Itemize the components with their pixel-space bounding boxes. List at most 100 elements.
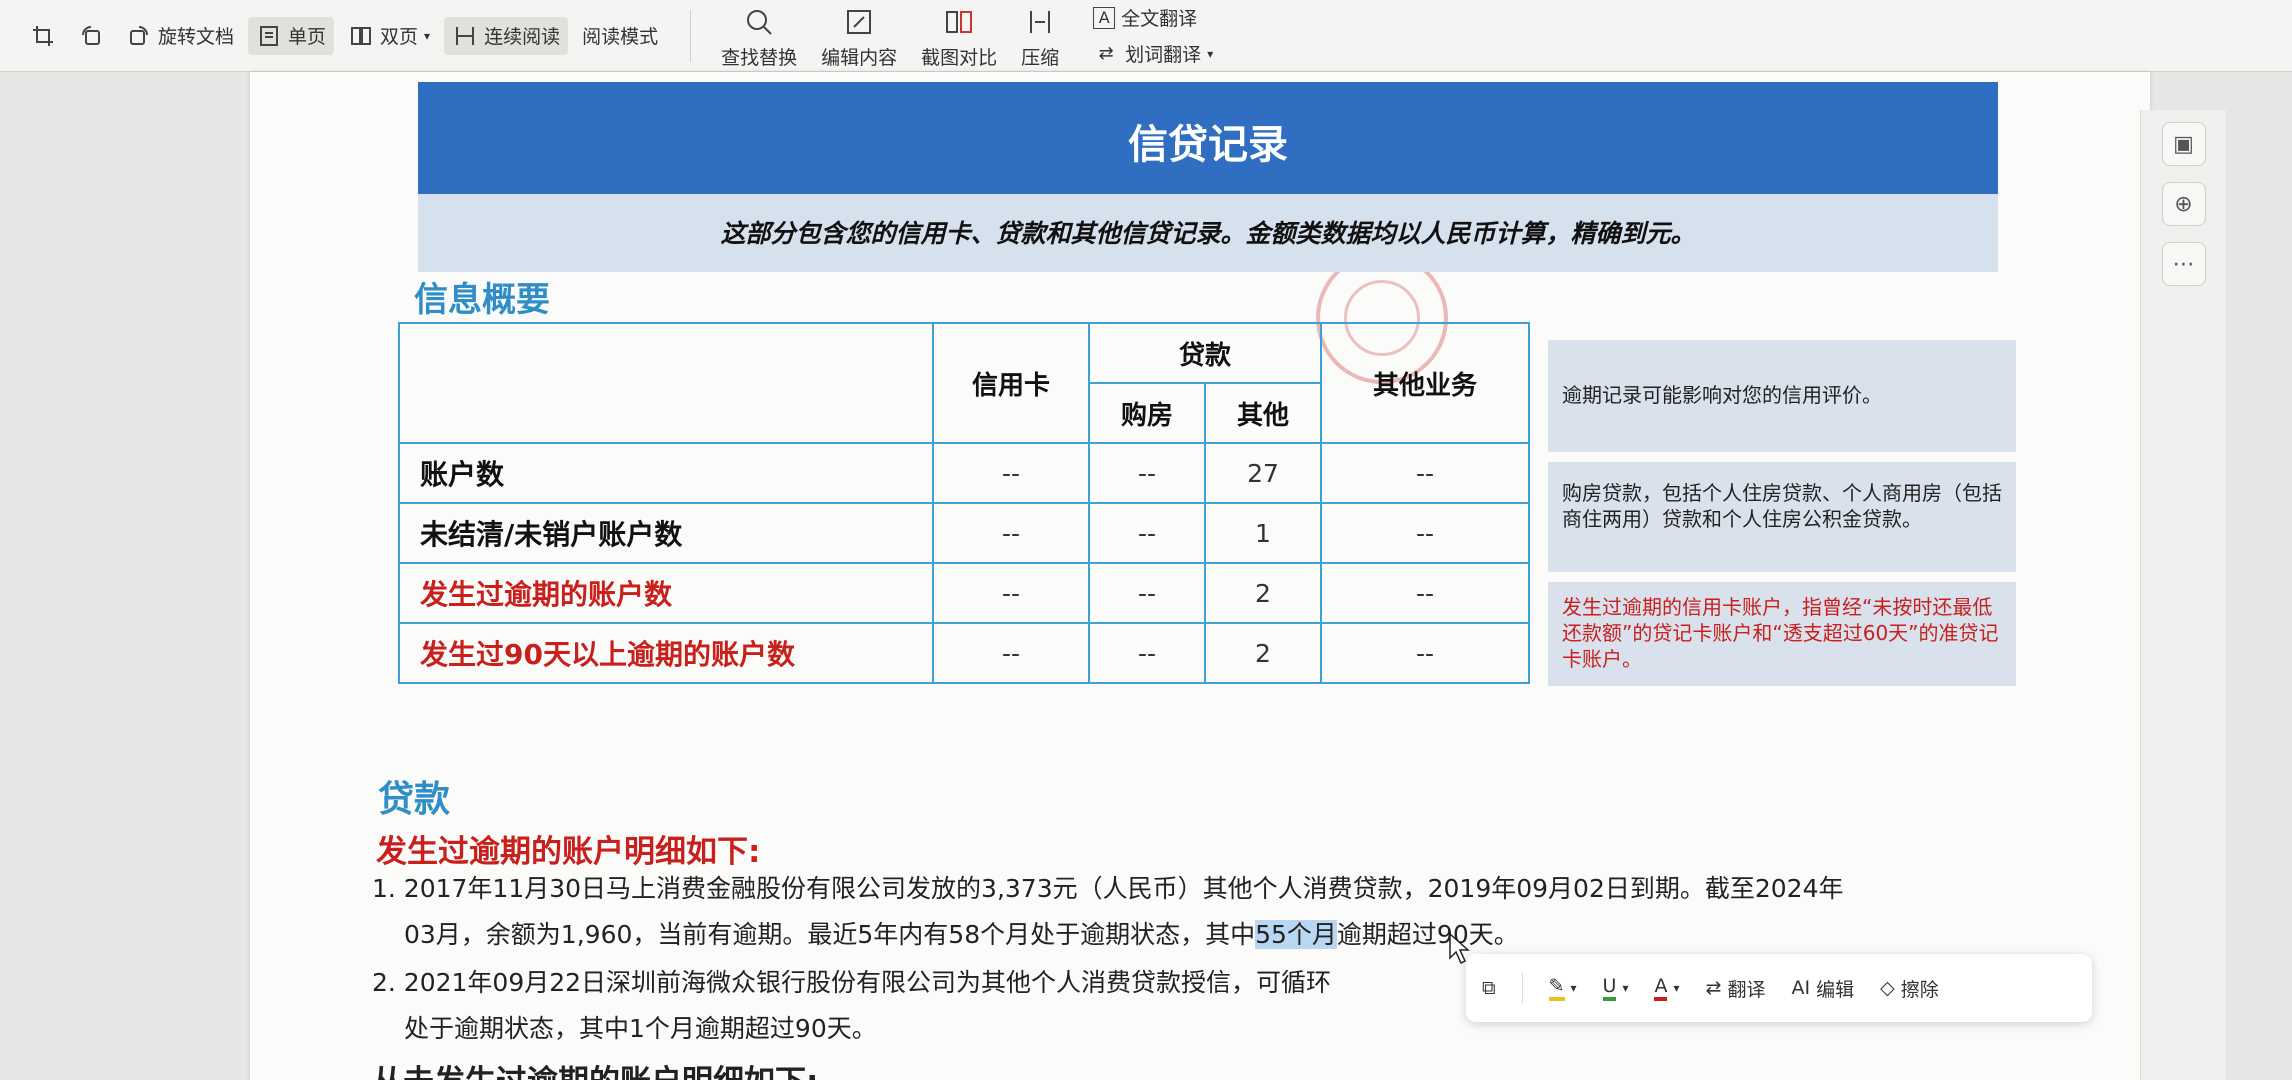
chevron-down-icon: ▾ (1622, 981, 1629, 995)
reading-mode-button[interactable]: 阅读模式 (574, 17, 666, 55)
edit-content-button[interactable]: 编辑内容 (809, 2, 909, 70)
detail-text: 逾期超过90天。 (1336, 920, 1519, 949)
text-color-icon: A (1654, 975, 1668, 1001)
underline-button[interactable]: U ▾ (1602, 975, 1629, 1001)
no-overdue-title: 从未发生过逾期的账户明细如下: (372, 1056, 818, 1080)
copy-icon: ⧉ (1482, 977, 1496, 999)
continuous-icon (452, 23, 478, 49)
highlighter-icon: ✎ (1548, 975, 1565, 1001)
translate-label: 翻译 (1727, 978, 1766, 1001)
cell-housing: -- (1088, 442, 1206, 504)
compress-icon (1023, 5, 1057, 39)
detail-item-1-line-1: 1. 2017年11月30日马上消费金融股份有限公司发放的3,373元（人民币）… (372, 874, 1844, 903)
cell-other: 2 (1204, 622, 1322, 684)
screenshot-compare-label: 截图对比 (921, 46, 998, 69)
more-button[interactable]: ⋯ (2161, 242, 2206, 286)
ai-edit-button[interactable]: AI 编辑 (1791, 975, 1854, 1002)
translate-icon: ⇄ (1705, 977, 1722, 999)
detail-text: 03月，余额为1,960，当前有逾期。最近5年内有58个月处于逾期状态，其中 (404, 920, 1256, 949)
cell-other-business: -- (1320, 622, 1530, 684)
compare-icon (942, 5, 976, 39)
find-replace-label: 查找替换 (721, 46, 798, 69)
cell-other-business: -- (1320, 502, 1530, 564)
zoom-icon: ⊕ (2174, 191, 2193, 217)
mouse-cursor-icon (1449, 932, 1470, 965)
single-page-button[interactable]: 单页 (248, 16, 335, 55)
loans-heading: 贷款 (378, 779, 451, 820)
right-sidebar: ▣ ⊕ ⋯ (2140, 110, 2226, 1080)
translate-icon: A (1093, 6, 1116, 29)
compress-button[interactable]: 压缩 (1009, 2, 1071, 70)
continuous-reading-button[interactable]: 连续阅读 (444, 16, 569, 55)
cell-housing: -- (1088, 502, 1206, 564)
word-translate-button[interactable]: ⇄ 划词翻译 ▾ (1085, 40, 1221, 68)
cell-other-business: -- (1320, 562, 1530, 624)
double-page-icon (348, 23, 374, 49)
double-page-button[interactable]: 双页 ▾ (340, 17, 438, 55)
header-other: 其他 (1204, 382, 1322, 444)
single-page-label: 单页 (288, 26, 327, 48)
header-housing: 购房 (1088, 382, 1206, 444)
cell-credit-card: -- (932, 442, 1090, 504)
row-label: 未结清/未销户账户数 (398, 502, 934, 564)
continuous-label: 连续阅读 (484, 26, 561, 48)
table-row: 账户数 -- -- 27 -- (398, 442, 1530, 504)
erase-button[interactable]: ◇ 擦除 (1880, 975, 1939, 1002)
summary-table: 信用卡 贷款 其他业务 购房 其他 账户数 -- -- 27 -- 未结清/未销… (398, 322, 1530, 684)
rotate-doc-button[interactable]: 旋转文档 (118, 17, 242, 55)
chevron-down-icon: ▾ (1570, 981, 1577, 995)
overdue-title: 发生过逾期的账户明细如下: (376, 834, 761, 870)
table-corner (398, 322, 934, 444)
section-banner: 信贷记录 (418, 82, 1998, 194)
selected-text[interactable]: 55个月 (1255, 920, 1337, 949)
eraser-icon: ◇ (1880, 977, 1895, 999)
table-row: 发生过90天以上逾期的账户数 -- -- 2 -- (398, 622, 1530, 684)
chevron-down-icon: ▾ (1673, 981, 1680, 995)
header-loan: 贷款 (1088, 322, 1322, 384)
translate-button[interactable]: ⇄ 翻译 (1706, 975, 1766, 1002)
copy-button[interactable]: ⧉ (1482, 977, 1496, 999)
chevron-down-icon: ▾ (1207, 46, 1214, 61)
table-row: 未结清/未销户账户数 -- -- 1 -- (398, 502, 1530, 564)
erase-label: 擦除 (1900, 978, 1939, 1001)
row-label: 发生过逾期的账户数 (398, 562, 934, 624)
full-translate-button[interactable]: A 全文翻译 (1085, 4, 1221, 32)
summary-heading: 信息概要 (414, 280, 550, 320)
rotate-left-button[interactable] (70, 17, 112, 55)
more-icon: ⋯ (2172, 251, 2195, 277)
cell-credit-card: -- (932, 502, 1090, 564)
toolbar-divider (690, 9, 692, 62)
image-icon: ▣ (2173, 131, 2194, 157)
cell-housing: -- (1088, 562, 1206, 624)
single-page-icon (256, 23, 282, 49)
crop-icon (30, 23, 56, 49)
search-icon (742, 5, 776, 39)
underline-icon: U (1602, 975, 1617, 1001)
cell-credit-card: -- (932, 562, 1090, 624)
row-label: 发生过90天以上逾期的账户数 (398, 622, 934, 684)
image-tool-button[interactable]: ▣ (2161, 122, 2206, 166)
find-replace-button[interactable]: 查找替换 (709, 2, 809, 70)
toolbar-divider (1521, 972, 1523, 1004)
cell-housing: -- (1088, 622, 1206, 684)
cell-other-business: -- (1320, 442, 1530, 504)
rotate-left-icon (78, 23, 104, 49)
text-color-button[interactable]: A ▾ (1654, 975, 1680, 1001)
rotate-doc-label: 旋转文档 (158, 26, 235, 48)
zoom-button[interactable]: ⊕ (2161, 182, 2206, 226)
banner-subtitle: 这部分包含您的信用卡、贷款和其他信贷记录。金额类数据均以人民币计算，精确到元。 (720, 219, 1696, 248)
screenshot-compare-button[interactable]: 截图对比 (909, 2, 1009, 70)
ai-edit-label: 编辑 (1816, 978, 1855, 1001)
notes-column: 逾期记录可能影响对您的信用评价。 购房贷款，包括个人住房贷款、个人商用房（包括商… (1548, 340, 2016, 696)
word-translate-label: 划词翻译 (1125, 44, 1202, 66)
word-translate-icon: ⇄ (1098, 43, 1114, 64)
top-toolbar: 旋转文档 单页 双页 ▾ 连续阅读 阅读模式 查找替换 编辑内容 截图对比 压缩… (0, 0, 2292, 72)
full-translate-label: 全文翻译 (1121, 8, 1198, 30)
double-page-label: 双页 (380, 26, 419, 48)
crop-button[interactable] (22, 17, 64, 55)
edit-content-label: 编辑内容 (821, 46, 898, 69)
cell-other: 2 (1204, 562, 1322, 624)
compress-label: 压缩 (1021, 46, 1060, 69)
table-row: 发生过逾期的账户数 -- -- 2 -- (398, 562, 1530, 624)
highlight-button[interactable]: ✎ ▾ (1548, 975, 1577, 1001)
